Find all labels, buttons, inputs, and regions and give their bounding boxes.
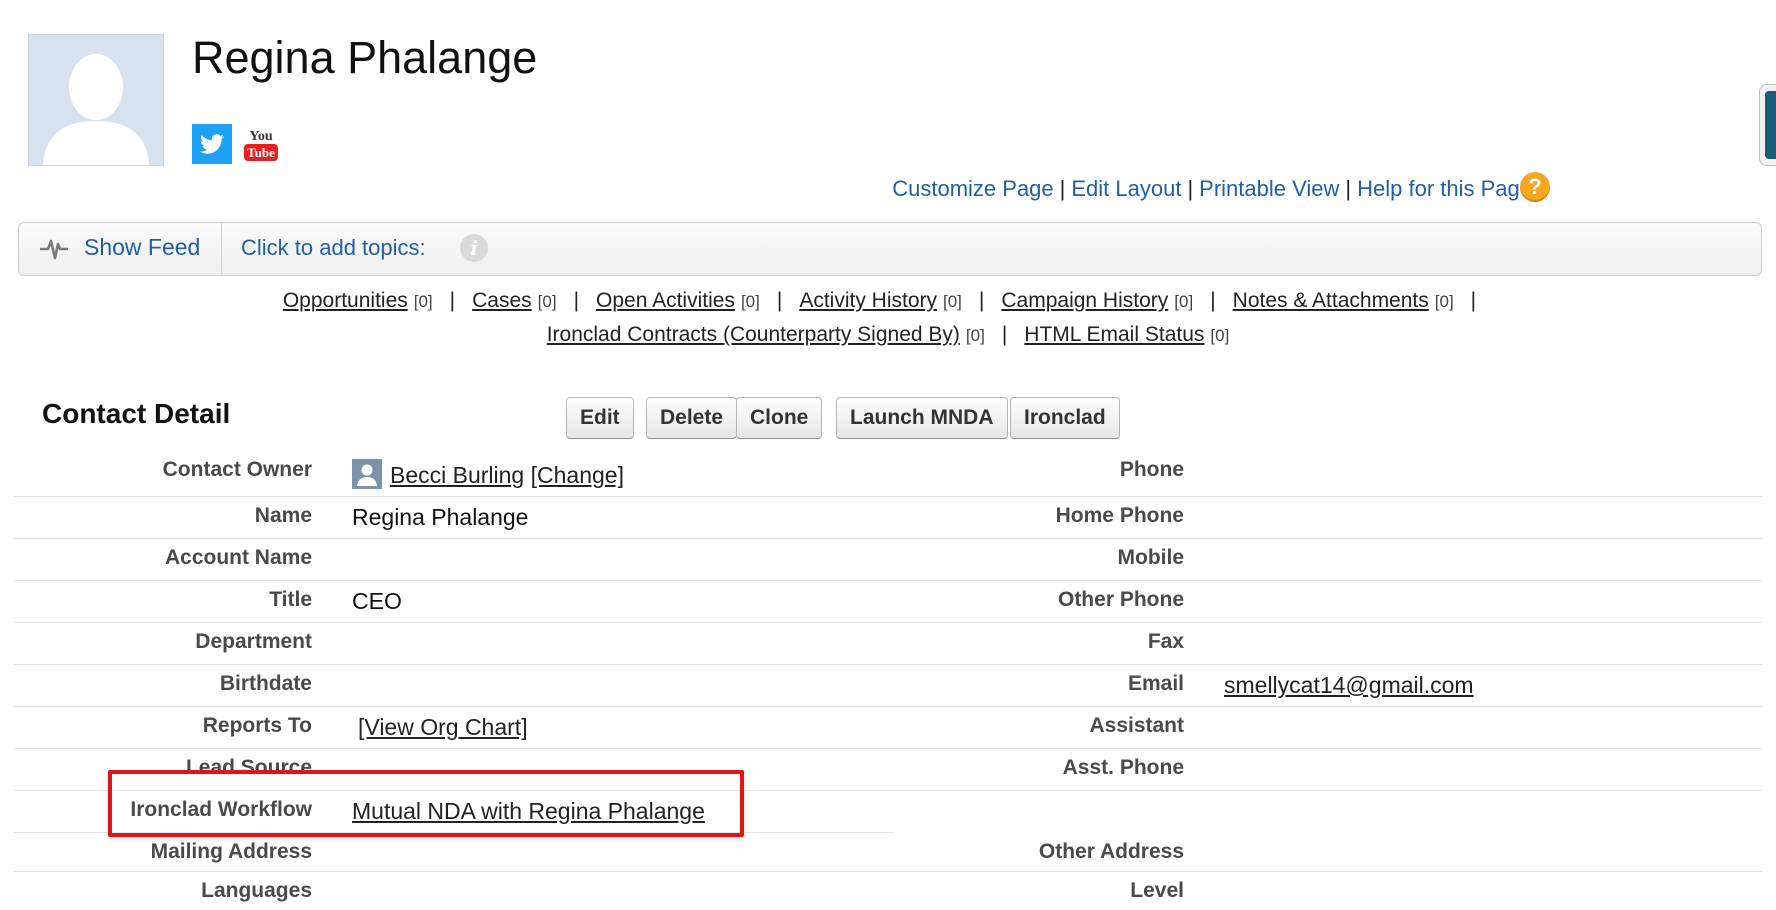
separator: | (1210, 289, 1216, 312)
related-lists-row-1: Opportunities [0] | Cases [0] | Open Activitie… (0, 289, 1776, 313)
contact-owner-link[interactable]: Becci Burling (390, 462, 524, 488)
related-count: [0] (1210, 326, 1230, 345)
separator: | (1001, 323, 1008, 346)
view-org-chart-link[interactable]: [View Org Chart] (358, 714, 528, 740)
related-link-opportunities[interactable]: Opportunities (283, 289, 408, 312)
youtube-text-top: You (249, 129, 273, 144)
related-link-campaign-history[interactable]: Campaign History (1001, 289, 1168, 312)
email-value: smellycat14@gmail.com (1224, 671, 1474, 699)
show-feed-link[interactable]: Show Feed (84, 234, 200, 261)
field-label-level: Level (1130, 879, 1184, 902)
field-label-fax: Fax (1147, 630, 1184, 653)
row-divider (14, 580, 1762, 581)
row-divider (14, 871, 1762, 872)
field-label-phone: Phone (1119, 458, 1184, 481)
feed-pulse-icon[interactable] (38, 232, 70, 264)
related-count: [0] (537, 292, 557, 311)
email-link[interactable]: smellycat14@gmail.com (1224, 672, 1474, 698)
separator: | (573, 289, 580, 312)
field-label-asst-phone: Asst. Phone (1062, 756, 1184, 779)
feed-bar-divider (221, 222, 222, 276)
side-panel-tab[interactable] (1759, 84, 1776, 166)
youtube-icon[interactable]: You Tube (241, 124, 281, 164)
row-divider (14, 748, 1762, 749)
row-divider (14, 538, 1762, 539)
related-count: [0] (1174, 292, 1194, 311)
related-link-html-email-status[interactable]: HTML Email Status (1024, 323, 1204, 346)
user-icon (352, 459, 382, 489)
row-divider (14, 832, 894, 833)
related-count: [0] (740, 292, 760, 311)
row-divider (14, 664, 1762, 665)
field-label-birthdate: Birthdate (219, 672, 312, 695)
field-label-mobile: Mobile (1117, 546, 1185, 569)
field-label-languages: Languages (201, 879, 312, 902)
field-label-title: Title (269, 588, 312, 611)
separator: | (1345, 176, 1352, 201)
silhouette-icon (29, 35, 163, 165)
customize-page-link[interactable]: Customize Page (892, 176, 1053, 201)
separator: | (1059, 176, 1066, 201)
field-label-contact-owner: Contact Owner (162, 458, 312, 481)
field-label-department: Department (195, 630, 312, 653)
separator: | (978, 289, 985, 312)
field-label-other-address: Other Address (1038, 840, 1184, 863)
related-link-activity-history[interactable]: Activity History (799, 289, 937, 312)
related-count: [0] (1434, 292, 1454, 311)
related-count: [0] (413, 292, 433, 311)
ironclad-workflow-link[interactable]: Mutual NDA with Regina Phalange (352, 798, 705, 824)
field-label-mailing-address: Mailing Address (150, 840, 312, 863)
twitter-icon[interactable] (192, 124, 232, 164)
row-divider (14, 790, 1762, 791)
field-label-lead-source: Lead Source (185, 756, 312, 779)
help-icon[interactable]: ? (1520, 172, 1550, 202)
info-icon[interactable]: i (460, 234, 488, 262)
field-label-ironclad-workflow: Ironclad Workflow (130, 798, 312, 821)
related-link-open-activities[interactable]: Open Activities (596, 289, 735, 312)
row-divider (14, 706, 1762, 707)
edit-layout-link[interactable]: Edit Layout (1071, 176, 1181, 201)
related-link-ironclad-contracts[interactable]: Ironclad Contracts (Counterparty Signed … (547, 323, 960, 346)
help-for-page-link[interactable]: Help for this Page (1357, 176, 1532, 201)
printable-view-link[interactable]: Printable View (1199, 176, 1339, 201)
clone-button[interactable]: Clone (736, 397, 823, 439)
field-label-email: Email (1127, 672, 1184, 695)
contact-avatar (28, 34, 164, 166)
title-value: CEO (352, 588, 402, 614)
row-divider (14, 622, 1762, 623)
related-count: [0] (965, 326, 985, 345)
separator: | (1187, 176, 1194, 201)
field-label-account-name: Account Name (164, 546, 312, 569)
related-link-cases[interactable]: Cases (472, 289, 532, 312)
page-title: Regina Phalange (192, 32, 538, 83)
youtube-text-bottom: Tube (247, 145, 275, 160)
field-label-name: Name (254, 504, 312, 527)
row-divider (14, 496, 1762, 497)
section-title: Contact Detail (42, 398, 231, 429)
separator: | (1470, 289, 1477, 312)
delete-button[interactable]: Delete (646, 397, 738, 439)
reports-to-value: [View Org Chart] (358, 713, 528, 741)
field-label-home-phone: Home Phone (1055, 504, 1184, 527)
name-value: Regina Phalange (352, 504, 529, 530)
field-label-assistant: Assistant (1089, 714, 1184, 737)
ironclad-button[interactable]: Ironclad (1010, 397, 1120, 439)
separator: | (776, 289, 783, 312)
field-label-other-phone: Other Phone (1057, 588, 1184, 611)
field-label-reports-to: Reports To (202, 714, 312, 737)
change-owner-link[interactable]: [Change] (531, 462, 624, 488)
separator: | (449, 289, 456, 312)
related-link-notes-attachments[interactable]: Notes & Attachments (1233, 289, 1429, 312)
edit-button[interactable]: Edit (566, 397, 634, 439)
add-topics-link[interactable]: Click to add topics: (241, 235, 426, 261)
related-count: [0] (943, 292, 962, 311)
related-lists-row-2: Ironclad Contracts (Counterparty Signed … (0, 323, 1776, 347)
ironclad-workflow-value: Mutual NDA with Regina Phalange (352, 797, 705, 825)
launch-mnda-button[interactable]: Launch MNDA (836, 397, 1008, 439)
contact-owner-value: Becci Burling [Change] (390, 461, 624, 489)
page-utility-links: Customize Page | Edit Layout | Printable Vie… (892, 176, 1532, 202)
